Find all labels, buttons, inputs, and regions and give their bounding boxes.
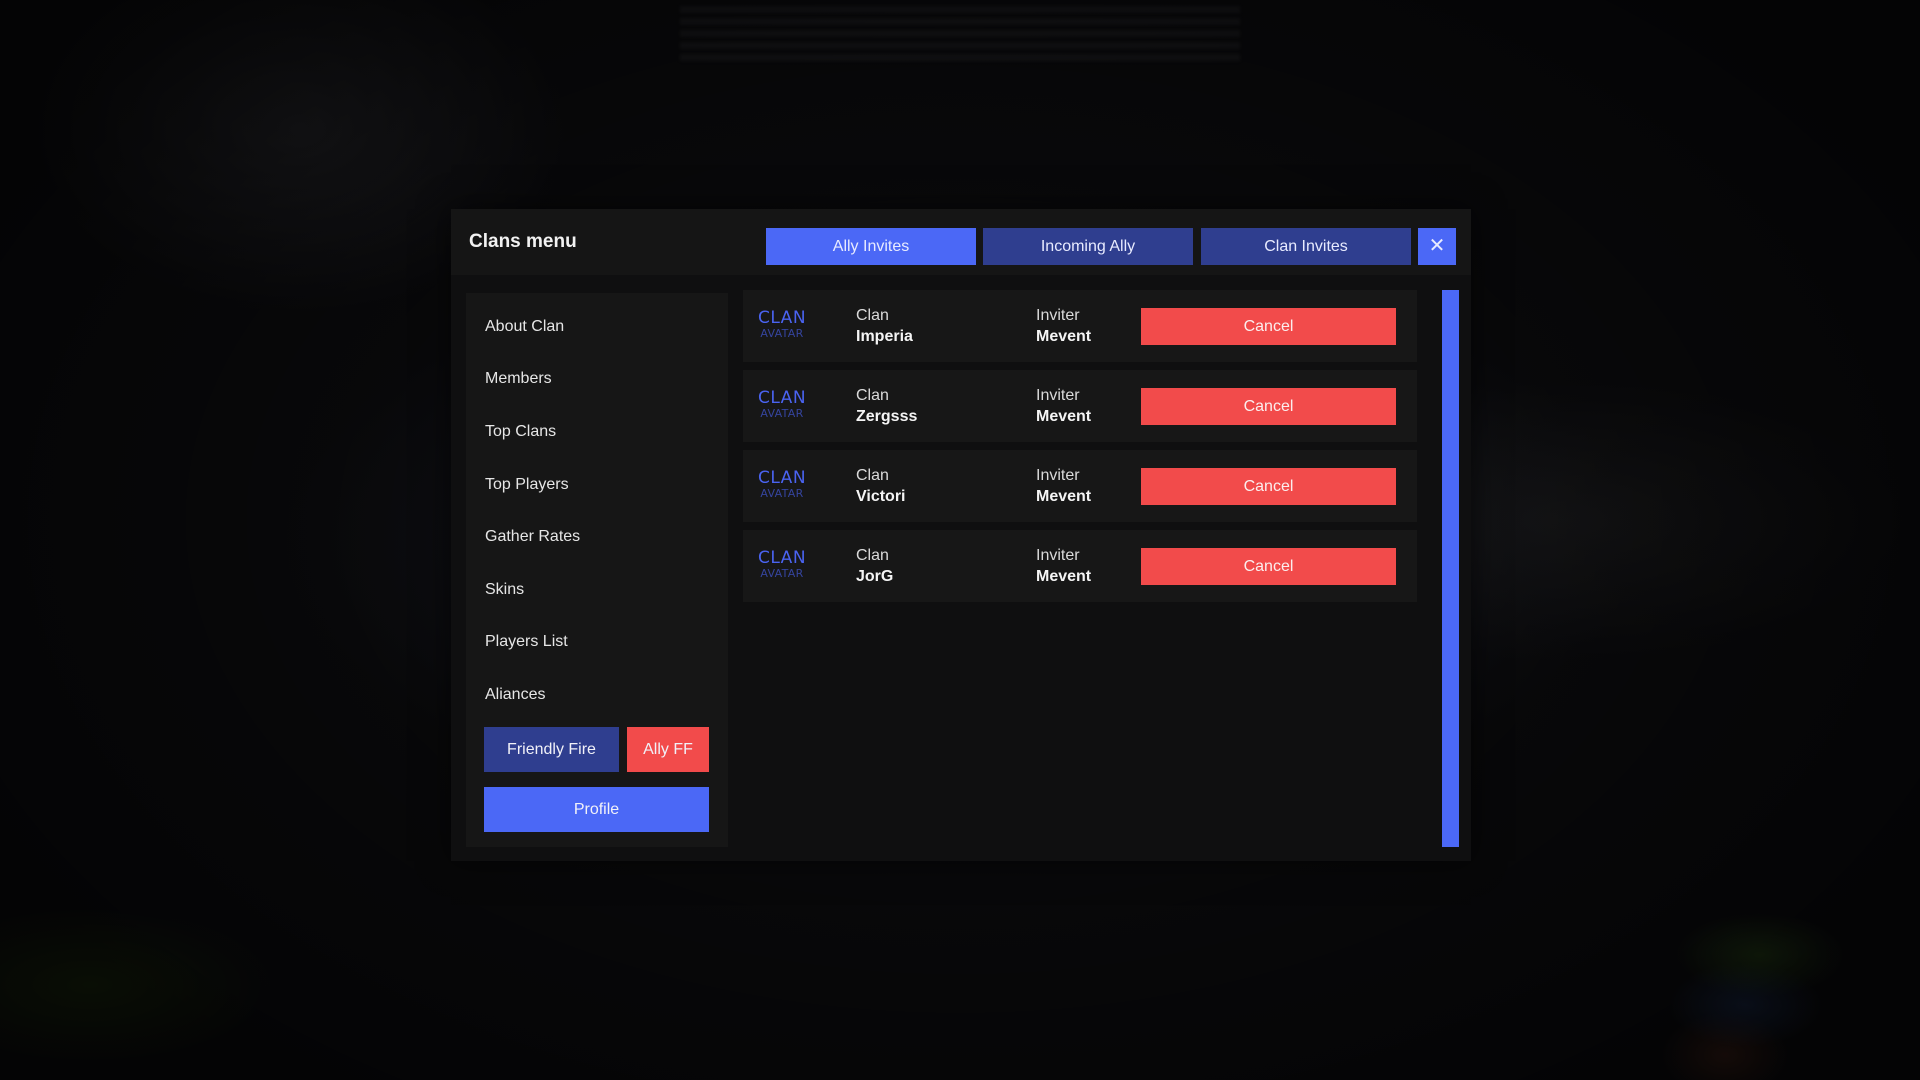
- avatar-text-avatar: AVATAR: [760, 567, 804, 580]
- clan-avatar-placeholder: CLAN AVATAR: [754, 310, 810, 344]
- window-title: Clans menu: [469, 231, 577, 252]
- invite-row: CLAN AVATAR Clan Victori Inviter Mevent …: [743, 450, 1417, 522]
- friendly-fire-button[interactable]: Friendly Fire: [484, 727, 619, 772]
- invite-row: CLAN AVATAR Clan Zergsss Inviter Mevent …: [743, 370, 1417, 442]
- sidebar-item-skins[interactable]: Skins: [466, 570, 728, 610]
- sidebar-item-top-clans[interactable]: Top Clans: [466, 412, 728, 452]
- tab-incoming-ally[interactable]: Incoming Ally: [983, 228, 1193, 265]
- tab-clan-invites[interactable]: Clan Invites: [1201, 228, 1411, 265]
- sidebar-item-members[interactable]: Members: [466, 359, 728, 399]
- avatar-text-clan: CLAN: [757, 388, 807, 408]
- clan-label: Clan: [856, 547, 889, 564]
- avatar-text-avatar: AVATAR: [760, 327, 804, 340]
- profile-button[interactable]: Profile: [484, 787, 709, 832]
- avatar-text-clan: CLAN: [757, 548, 807, 568]
- sidebar-item-about-clan[interactable]: About Clan: [466, 307, 728, 347]
- avatar-text-clan: CLAN: [757, 308, 807, 328]
- inviter-name: Mevent: [1036, 408, 1092, 425]
- sidebar-item-top-players[interactable]: Top Players: [466, 465, 728, 505]
- inviter-label: Inviter: [1036, 387, 1080, 404]
- avatar-text-avatar: AVATAR: [760, 407, 804, 420]
- clan-name: Imperia: [856, 328, 913, 345]
- invite-row: CLAN AVATAR Clan Imperia Inviter Mevent …: [743, 290, 1417, 362]
- cancel-invite-button[interactable]: Cancel: [1141, 468, 1396, 505]
- inviter-name: Mevent: [1036, 488, 1092, 505]
- clan-name: Zergsss: [856, 408, 918, 425]
- invite-row: CLAN AVATAR Clan JorG Inviter Mevent Can…: [743, 530, 1417, 602]
- window-header: Clans menu Ally Invites Incoming Ally Cl…: [451, 209, 1471, 275]
- sidebar-item-players-list[interactable]: Players List: [466, 622, 728, 662]
- sidebar: About Clan Members Top Clans Top Players…: [466, 293, 728, 847]
- avatar-text-avatar: AVATAR: [760, 487, 804, 500]
- tab-ally-invites[interactable]: Ally Invites: [766, 228, 976, 265]
- clan-avatar-placeholder: CLAN AVATAR: [754, 550, 810, 584]
- clan-label: Clan: [856, 467, 889, 484]
- inviter-label: Inviter: [1036, 547, 1080, 564]
- clan-name: Victori: [856, 488, 906, 505]
- cancel-invite-button[interactable]: Cancel: [1141, 308, 1396, 345]
- invites-list: CLAN AVATAR Clan Imperia Inviter Mevent …: [743, 290, 1417, 850]
- close-button[interactable]: ✕: [1418, 228, 1456, 265]
- inviter-label: Inviter: [1036, 307, 1080, 324]
- scrollbar[interactable]: [1442, 290, 1459, 847]
- clan-name: JorG: [856, 568, 894, 585]
- clan-label: Clan: [856, 307, 889, 324]
- sidebar-item-gather-rates[interactable]: Gather Rates: [466, 517, 728, 557]
- close-icon: ✕: [1428, 235, 1446, 257]
- cancel-invite-button[interactable]: Cancel: [1141, 548, 1396, 585]
- inviter-name: Mevent: [1036, 568, 1092, 585]
- clan-label: Clan: [856, 387, 889, 404]
- inviter-name: Mevent: [1036, 328, 1092, 345]
- cancel-invite-button[interactable]: Cancel: [1141, 388, 1396, 425]
- clan-avatar-placeholder: CLAN AVATAR: [754, 390, 810, 424]
- sidebar-item-aliances[interactable]: Aliances: [466, 675, 728, 715]
- inviter-label: Inviter: [1036, 467, 1080, 484]
- clans-menu-window: Clans menu Ally Invites Incoming Ally Cl…: [451, 209, 1471, 861]
- clan-avatar-placeholder: CLAN AVATAR: [754, 470, 810, 504]
- avatar-text-clan: CLAN: [757, 468, 807, 488]
- ally-ff-button[interactable]: Ally FF: [627, 727, 709, 772]
